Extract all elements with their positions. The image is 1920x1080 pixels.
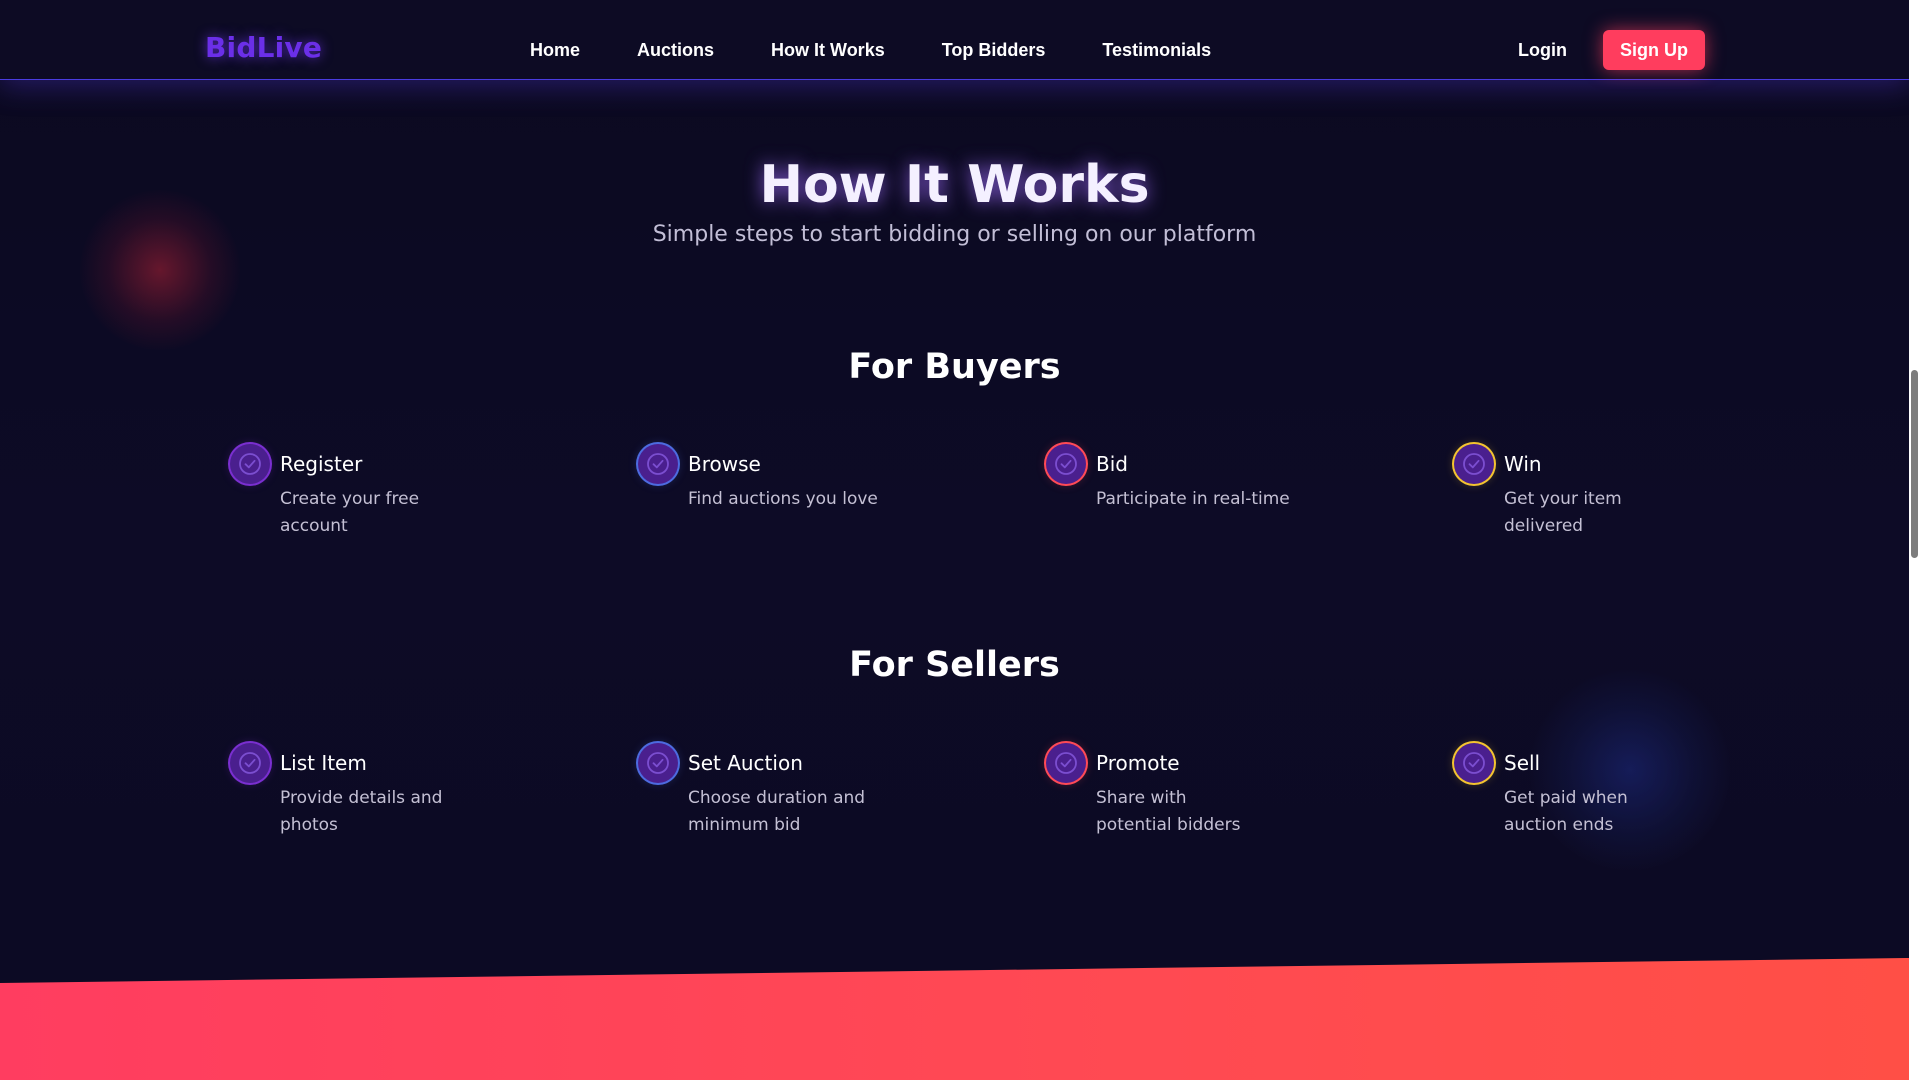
check-circle-icon (1046, 444, 1086, 484)
nav-link-testimonials[interactable]: Testimonials (1102, 40, 1211, 61)
check-circle-icon (1454, 444, 1494, 484)
check-circle-icon (230, 743, 270, 783)
signup-button[interactable]: Sign Up (1603, 30, 1705, 70)
check-circle-icon (638, 743, 678, 783)
step-title: Set Auction (688, 751, 803, 775)
login-link[interactable]: Login (1518, 40, 1567, 61)
nav-link-top-bidders[interactable]: Top Bidders (942, 40, 1046, 61)
nav-link-auctions[interactable]: Auctions (637, 40, 714, 61)
step-description: Find auctions you love (688, 489, 878, 509)
step-description: Get paid when auction ends (1504, 788, 1628, 835)
step-title: Browse (688, 452, 761, 476)
step-description: Create your free account (280, 489, 420, 536)
section-subtitle: Simple steps to start bidding or selling… (652, 222, 1257, 247)
scrollbar-thumb[interactable] (1911, 370, 1918, 558)
logo[interactable]: BidLive (205, 31, 322, 64)
step-description: Share with potential bidders (1096, 788, 1241, 835)
check-circle-icon (1454, 743, 1494, 783)
footer-gradient-band (0, 958, 1909, 1080)
step-description: Choose duration and minimum bid (688, 788, 866, 835)
page-scrollbar[interactable] (1909, 0, 1920, 1080)
step-title: List Item (280, 751, 367, 775)
section-title: How It Works (759, 155, 1150, 215)
step-title: Win (1504, 452, 1542, 476)
step-description: Participate in real-time (1096, 489, 1290, 509)
step-title: Promote (1096, 751, 1180, 775)
nav-links: Home Auctions How It Works Top Bidders T… (530, 40, 1211, 61)
step-title: Bid (1096, 452, 1128, 476)
check-circle-icon (638, 444, 678, 484)
step-description: Get your item delivered (1504, 489, 1622, 536)
nav-link-how-it-works[interactable]: How It Works (771, 40, 885, 61)
step-title: Register (280, 452, 363, 476)
check-circle-icon (1046, 743, 1086, 783)
buyers-title: For Buyers (848, 347, 1061, 387)
check-circle-icon (230, 444, 270, 484)
sellers-title: For Sellers (849, 645, 1060, 685)
step-title: Sell (1504, 751, 1541, 775)
nav-link-home[interactable]: Home (530, 40, 580, 61)
top-navbar: BidLive Home Auctions How It Works Top B… (0, 0, 1909, 80)
step-description: Provide details and photos (280, 788, 443, 835)
decorative-glow-blue (1530, 670, 1730, 870)
page: BidLive Home Auctions How It Works Top B… (0, 0, 1909, 1080)
